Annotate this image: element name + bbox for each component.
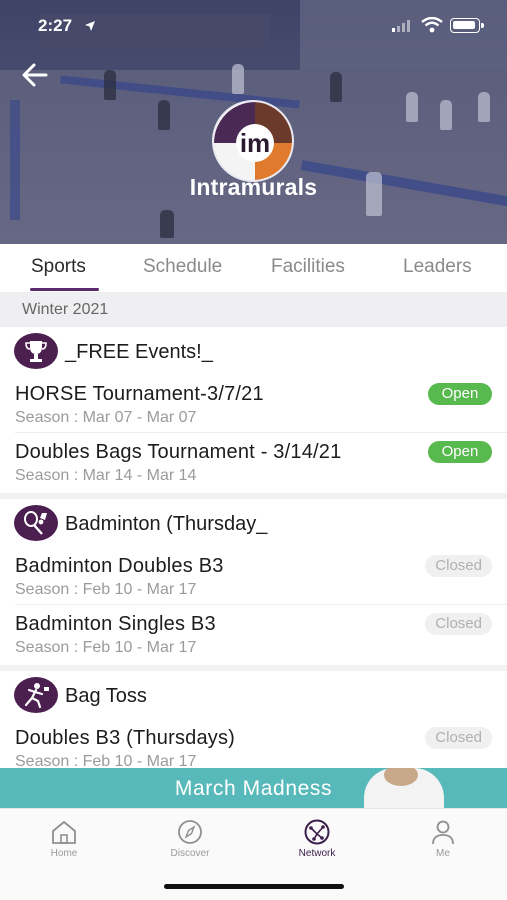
tab-facilities[interactable]: Facilities <box>271 256 345 278</box>
promo-banner[interactable]: March Madness <box>0 768 507 808</box>
club-logo: im <box>212 100 294 182</box>
league-title: Doubles Bags Tournament - 3/14/21 <box>15 441 342 463</box>
league-title: Badminton Singles B3 <box>15 613 216 635</box>
location-arrow-icon <box>85 21 95 31</box>
promo-text: March Madness <box>174 777 333 800</box>
home-indicator <box>164 884 344 889</box>
status-badge: Closed <box>425 727 492 749</box>
group-header-badminton[interactable]: Badminton (Thursday_ <box>0 499 507 547</box>
nav-label: Discover <box>170 848 210 859</box>
person-icon <box>432 820 454 845</box>
status-badge: Open <box>428 383 492 405</box>
league-title: Badminton Doubles B3 <box>15 555 224 577</box>
league-season: Season : Feb 10 - Mar 17 <box>15 581 197 598</box>
bag-toss-icon <box>14 677 58 713</box>
nav-me[interactable]: Me <box>403 819 483 869</box>
group-name: Bag Toss <box>65 685 147 707</box>
back-button[interactable] <box>18 58 52 92</box>
list-item[interactable]: Badminton Singles B3 Season : Feb 10 - M… <box>0 605 507 663</box>
status-badge: Closed <box>425 555 492 577</box>
status-badge: Closed <box>425 613 492 635</box>
group-header-bag-toss[interactable]: Bag Toss <box>0 671 507 719</box>
status-badge: Open <box>428 441 492 463</box>
list-item[interactable]: Doubles Bags Tournament - 3/14/21 Season… <box>0 433 507 491</box>
wifi-icon <box>421 17 443 33</box>
nav-label: Home <box>50 848 78 859</box>
league-title: Doubles B3 (Thursdays) <box>15 727 236 749</box>
battery-icon <box>450 18 484 33</box>
tab-leaders[interactable]: Leaders <box>403 256 472 278</box>
compass-icon <box>178 820 202 844</box>
nav-label: Network <box>298 848 336 859</box>
season-header: Winter 2021 <box>0 292 507 327</box>
signal-icon <box>392 20 410 32</box>
league-title: HORSE Tournament-3/7/21 <box>15 383 264 405</box>
tab-bar: Sports Schedule Facilities Leaders <box>0 244 507 292</box>
tab-sports[interactable]: Sports <box>31 256 86 278</box>
nav-home[interactable]: Home <box>24 819 104 869</box>
badminton-icon <box>14 505 58 541</box>
status-bar: 2:27 <box>0 0 507 52</box>
network-icon <box>304 819 330 845</box>
tab-schedule[interactable]: Schedule <box>143 256 222 278</box>
league-season: Season : Mar 14 - Mar 14 <box>15 467 197 484</box>
header-hero: 2:27 im Intramurals <box>0 0 507 244</box>
group-name: Badminton (Thursday_ <box>65 513 268 535</box>
status-time: 2:27 <box>38 16 73 35</box>
active-tab-indicator <box>30 288 99 291</box>
season-label: Winter 2021 <box>22 301 109 318</box>
svg-text:im: im <box>240 128 270 158</box>
list-item[interactable]: HORSE Tournament-3/7/21 Season : Mar 07 … <box>0 375 507 433</box>
league-list: _FREE Events!_ HORSE Tournament-3/7/21 S… <box>0 327 507 771</box>
list-item[interactable]: Doubles B3 (Thursdays) Season : Feb 10 -… <box>0 719 507 771</box>
nav-discover[interactable]: Discover <box>150 819 230 869</box>
home-icon <box>52 821 76 844</box>
list-item[interactable]: Badminton Doubles B3 Season : Feb 10 - M… <box>0 547 507 605</box>
league-season: Season : Mar 07 - Mar 07 <box>15 409 197 426</box>
group-name: _FREE Events!_ <box>65 341 213 363</box>
page-title: Intramurals <box>189 174 318 200</box>
nav-network[interactable]: Network <box>277 819 357 869</box>
league-season: Season : Feb 10 - Mar 17 <box>15 639 197 656</box>
group-header-free-events[interactable]: _FREE Events!_ <box>0 327 507 375</box>
nav-label: Me <box>436 848 450 859</box>
trophy-icon <box>14 333 58 369</box>
